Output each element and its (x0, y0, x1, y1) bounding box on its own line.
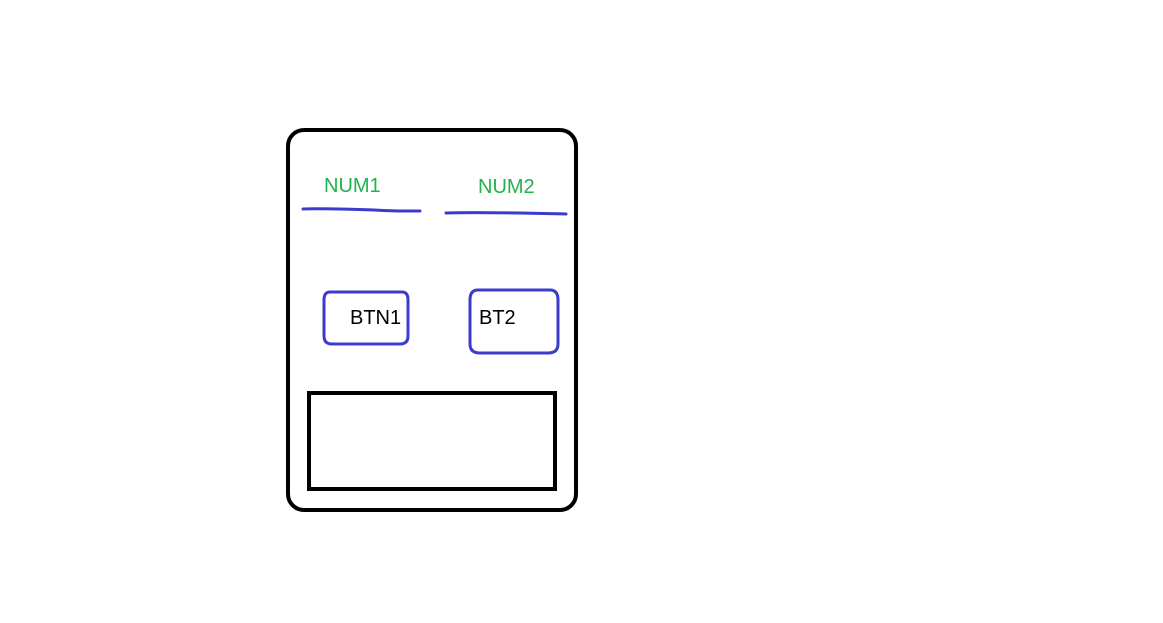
bt2-button[interactable]: BT2 (468, 288, 560, 355)
num2-label: NUM2 (478, 176, 535, 198)
output-box (307, 391, 557, 491)
num2-input-line[interactable] (444, 211, 568, 216)
num1-label: NUM1 (324, 175, 381, 197)
sketch-canvas: NUM1 NUM2 BTN1 BT2 (286, 128, 578, 512)
bt2-label: BT2 (479, 307, 516, 329)
btn1-label: BTN1 (350, 307, 401, 329)
btn1-button[interactable]: BTN1 (322, 290, 410, 346)
num1-input-line[interactable] (301, 207, 422, 213)
